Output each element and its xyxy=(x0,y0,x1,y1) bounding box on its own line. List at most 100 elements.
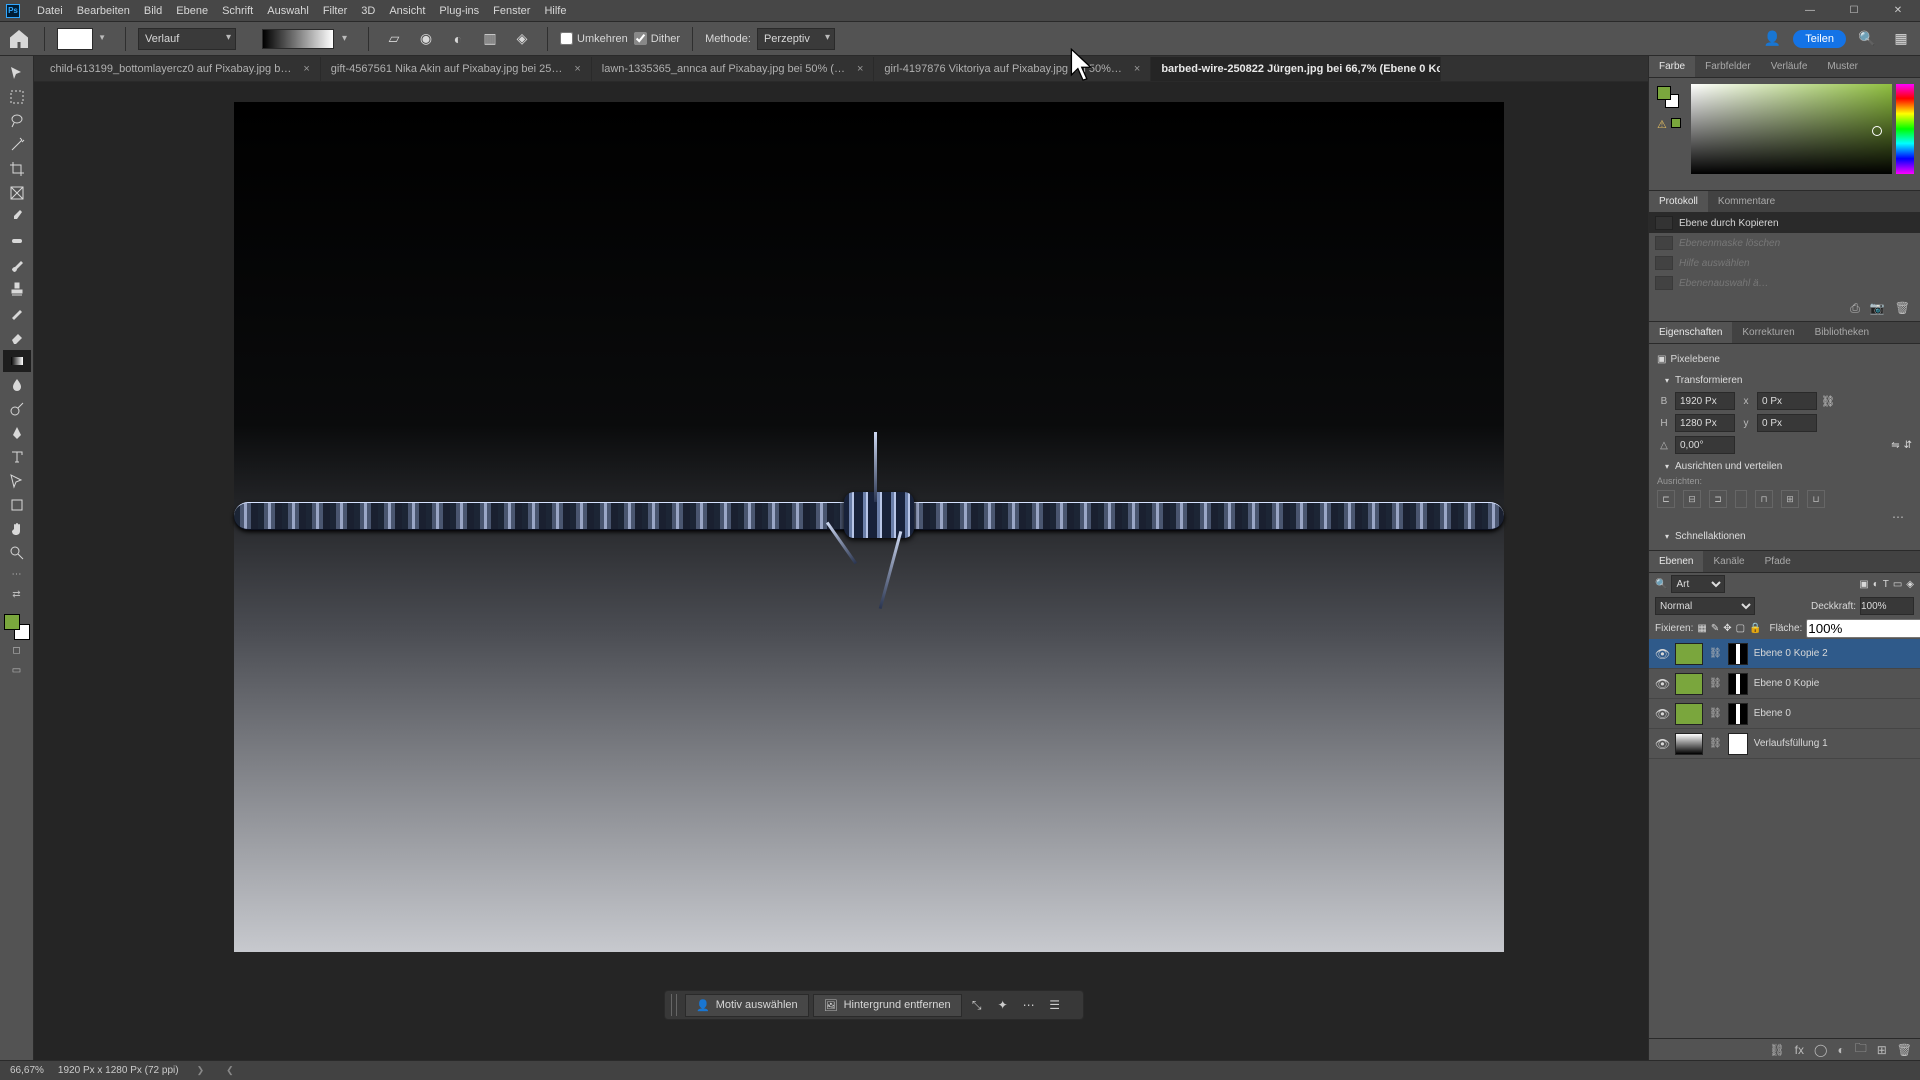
align-left-icon[interactable]: ⊏ xyxy=(1657,490,1675,508)
reverse-checkbox[interactable]: Umkehren xyxy=(560,32,628,45)
search-icon[interactable]: 🔍 xyxy=(1655,579,1667,590)
eyedropper-tool[interactable] xyxy=(3,206,31,228)
tab-farbe[interactable]: Farbe xyxy=(1649,56,1695,77)
tab-bibliotheken[interactable]: Bibliotheken xyxy=(1805,322,1879,343)
layer-thumb[interactable] xyxy=(1675,673,1703,695)
layer-mask[interactable] xyxy=(1728,703,1748,725)
lock-paint-icon[interactable]: ✎ xyxy=(1711,623,1719,634)
menu-hilfe[interactable]: Hilfe xyxy=(537,0,573,22)
filter-shape-icon[interactable]: ▭ xyxy=(1893,579,1902,590)
tool-preset-select[interactable]: Verlauf xyxy=(138,28,236,50)
menu-auswahl[interactable]: Auswahl xyxy=(260,0,316,22)
tab-muster[interactable]: Muster xyxy=(1817,56,1868,77)
align-top-icon[interactable]: ⊓ xyxy=(1755,490,1773,508)
close-icon[interactable]: × xyxy=(574,63,580,75)
doc-tab[interactable]: gift-4567561 Nika Akin auf Pixabay.jpg b… xyxy=(321,57,592,81)
layer-name[interactable]: Ebene 0 xyxy=(1754,708,1914,719)
quickactions-header[interactable]: Schnellaktionen xyxy=(1675,531,1746,542)
filter-smart-icon[interactable]: ◈ xyxy=(1906,579,1914,590)
tool-preset-swatch[interactable] xyxy=(57,28,93,50)
share-button[interactable]: Teilen xyxy=(1793,30,1846,48)
more-icon[interactable]: ⋯ xyxy=(1018,994,1040,1016)
layer-row[interactable]: 👁 ⛓ Ebene 0 xyxy=(1649,699,1920,729)
lock-all-icon[interactable]: 🔒 xyxy=(1749,623,1761,634)
doc-tab[interactable]: lawn-1335365_annca auf Pixabay.jpg bei 5… xyxy=(592,57,875,81)
menu-bearbeiten[interactable]: Bearbeiten xyxy=(70,0,137,22)
adjustment-icon[interactable]: ◐ xyxy=(1837,1043,1844,1057)
zoom-level[interactable]: 66,67% xyxy=(10,1065,44,1076)
zoom-tool[interactable] xyxy=(3,542,31,564)
trash-icon[interactable]: 🗑 xyxy=(1897,1043,1912,1057)
gradient-angle-icon[interactable]: ◐ xyxy=(445,27,471,51)
shape-tool[interactable] xyxy=(3,494,31,516)
contextual-task-bar[interactable]: 👤 Motiv auswählen 🖼 Hintergrund entferne… xyxy=(664,990,1084,1020)
brush-tool[interactable] xyxy=(3,254,31,276)
user-icon[interactable]: 👤 xyxy=(1759,27,1785,51)
settings-icon[interactable]: ☰ xyxy=(1044,994,1066,1016)
history-entry-dim[interactable]: Ebenenmaske löschen xyxy=(1649,233,1920,253)
color-fgbg[interactable] xyxy=(1657,86,1679,108)
history-entry-dim[interactable]: Hilfe auswählen xyxy=(1649,253,1920,273)
transform-icon[interactable]: ⤡ xyxy=(966,994,988,1016)
more-align-icon[interactable]: ⋯ xyxy=(1657,508,1912,526)
layer-name[interactable]: Verlaufsfüllung 1 xyxy=(1754,738,1914,749)
align-header[interactable]: Ausrichten und verteilen xyxy=(1675,461,1782,472)
align-vcenter-icon[interactable]: ⊞ xyxy=(1781,490,1799,508)
menu-plugins[interactable]: Plug-ins xyxy=(432,0,486,22)
layer-row[interactable]: 👁 ⛓ Verlaufsfüllung 1 xyxy=(1649,729,1920,759)
lasso-tool[interactable] xyxy=(3,110,31,132)
filter-adjust-icon[interactable]: ◐ xyxy=(1873,579,1879,590)
window-maximize[interactable]: ☐ xyxy=(1832,0,1876,22)
close-icon[interactable]: × xyxy=(303,63,309,75)
flip-v-icon[interactable]: ⇵ xyxy=(1904,440,1912,451)
methode-select[interactable]: Perzeptiv xyxy=(757,28,835,50)
visibility-icon[interactable]: 👁 xyxy=(1655,647,1669,661)
layer-thumb[interactable] xyxy=(1675,703,1703,725)
close-icon[interactable]: × xyxy=(1134,63,1140,75)
lock-nest-icon[interactable]: ▢ xyxy=(1736,623,1745,634)
gradient-tool[interactable] xyxy=(3,350,31,372)
drag-handle-icon[interactable] xyxy=(671,994,677,1016)
gradient-linear-icon[interactable]: ▱ xyxy=(381,27,407,51)
tab-kanaele[interactable]: Kanäle xyxy=(1703,551,1754,572)
layer-thumb[interactable] xyxy=(1675,733,1703,755)
trash-icon[interactable]: 🗑 xyxy=(1895,301,1910,317)
fill-field[interactable] xyxy=(1806,619,1920,638)
layer-row[interactable]: 👁 ⛓ Ebene 0 Kopie 2 xyxy=(1649,639,1920,669)
select-subject-button[interactable]: 👤 Motiv auswählen xyxy=(685,994,809,1017)
frame-tool[interactable] xyxy=(3,182,31,204)
tab-korrekturen[interactable]: Korrekturen xyxy=(1732,322,1804,343)
menu-bild[interactable]: Bild xyxy=(137,0,169,22)
align-hcenter-icon[interactable]: ⊟ xyxy=(1683,490,1701,508)
layer-name[interactable]: Ebene 0 Kopie 2 xyxy=(1754,648,1914,659)
doc-tab[interactable]: child-613199_bottomlayercz0 auf Pixabay.… xyxy=(40,57,321,81)
mask-icon[interactable]: ◯ xyxy=(1814,1043,1827,1057)
blur-tool[interactable] xyxy=(3,374,31,396)
hand-tool[interactable] xyxy=(3,518,31,540)
align-right-icon[interactable]: ⊐ xyxy=(1709,490,1727,508)
screenmode-icon[interactable]: ▭ xyxy=(4,662,30,680)
layer-mask[interactable] xyxy=(1728,733,1748,755)
flip-h-icon[interactable]: ⇋ xyxy=(1891,440,1899,451)
layer-filter-select[interactable]: Art xyxy=(1671,575,1725,593)
wand-tool[interactable] xyxy=(3,134,31,156)
history-brush-tool[interactable] xyxy=(3,302,31,324)
type-tool[interactable] xyxy=(3,446,31,468)
gamut-color[interactable] xyxy=(1671,118,1681,128)
layer-thumb[interactable] xyxy=(1675,643,1703,665)
height-field[interactable] xyxy=(1675,414,1735,432)
y-field[interactable] xyxy=(1757,414,1817,432)
stamp-tool[interactable] xyxy=(3,278,31,300)
gradient-preview[interactable] xyxy=(262,29,334,49)
lock-pos-icon[interactable]: ✥ xyxy=(1723,623,1731,634)
history-entry-dim[interactable]: Ebenenauswahl ä… xyxy=(1649,273,1920,293)
dodge-tool[interactable] xyxy=(3,398,31,420)
search-icon[interactable]: 🔍 xyxy=(1854,27,1880,51)
crop-tool[interactable] xyxy=(3,158,31,180)
width-field[interactable] xyxy=(1675,392,1735,410)
menu-3d[interactable]: 3D xyxy=(354,0,382,22)
tab-pfade[interactable]: Pfade xyxy=(1755,551,1801,572)
tab-farbfelder[interactable]: Farbfelder xyxy=(1695,56,1761,77)
remove-bg-button[interactable]: 🖼 Hintergrund entfernen xyxy=(813,994,962,1017)
gamut-warning-icon[interactable]: ⚠ xyxy=(1657,118,1667,131)
